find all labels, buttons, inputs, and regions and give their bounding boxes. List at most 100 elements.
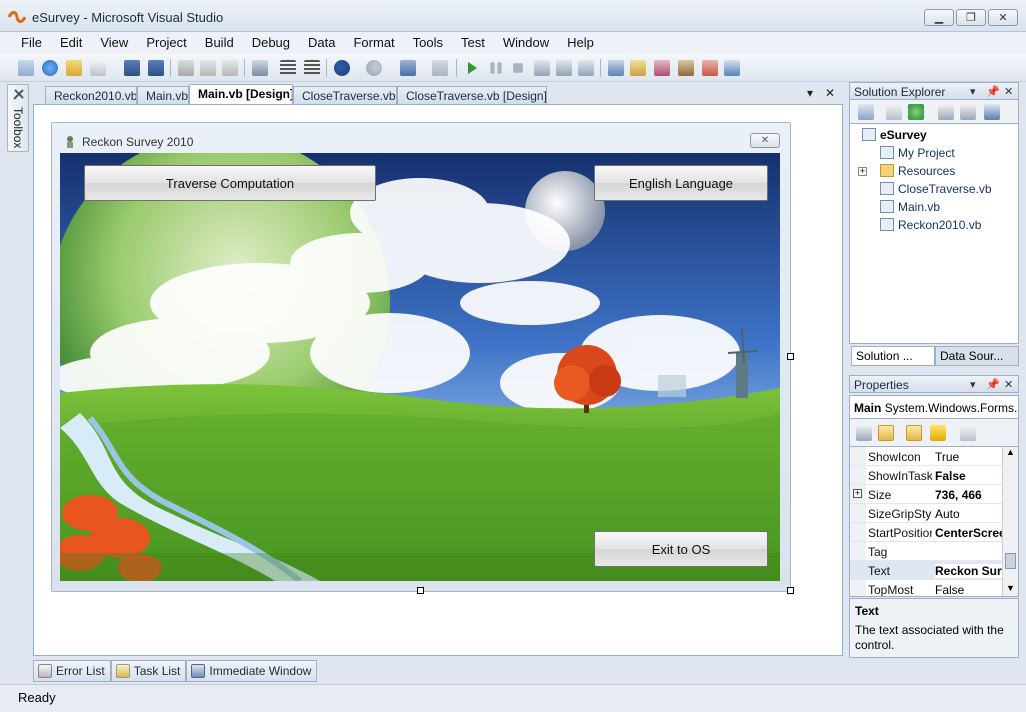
resize-handle-corner[interactable] (787, 587, 794, 594)
step-out-icon[interactable] (578, 60, 594, 76)
close-icon[interactable]: ✕ (1004, 378, 1013, 391)
events-icon[interactable] (930, 425, 946, 441)
redo-icon[interactable] (366, 60, 382, 76)
add-new-item-icon[interactable] (90, 60, 106, 76)
cut-icon[interactable] (178, 60, 194, 76)
menu-view[interactable]: View (91, 32, 137, 54)
menu-format[interactable]: Format (344, 32, 403, 54)
property-row-selected[interactable]: Text Reckon Survey 2010 (850, 561, 1003, 580)
tab-reckon2010-vb[interactable]: Reckon2010.vb (45, 86, 137, 104)
form-close-button[interactable]: ✕ (750, 133, 780, 148)
pin-icon[interactable]: 📌 (986, 85, 1000, 98)
object-selector[interactable]: Main System.Windows.Forms.Form (849, 395, 1019, 419)
menu-project[interactable]: Project (137, 32, 195, 54)
toolbox-icon[interactable] (678, 60, 694, 76)
scroll-thumb[interactable] (1005, 553, 1016, 569)
step-into-icon[interactable] (534, 60, 550, 76)
view-designer-icon[interactable] (960, 104, 976, 120)
menu-edit[interactable]: Edit (51, 32, 91, 54)
tree-item-main[interactable]: Main.vb (880, 198, 940, 215)
english-language-button[interactable]: English Language (594, 165, 768, 201)
tab-closetraverse-vb[interactable]: CloseTraverse.vb (293, 86, 397, 104)
exit-to-os-button[interactable]: Exit to OS (594, 531, 768, 567)
tab-dropdown-icon[interactable]: ▾ (807, 86, 813, 100)
resize-handle-bottom[interactable] (417, 587, 424, 594)
properties-icon[interactable] (858, 104, 874, 120)
menu-help[interactable]: Help (558, 32, 603, 54)
class-diagram-icon[interactable] (984, 104, 1000, 120)
minimize-button[interactable]: ▁ (924, 9, 954, 26)
new-project-icon[interactable] (18, 60, 34, 76)
tab-solution-explorer[interactable]: Solution ... (851, 346, 935, 366)
tab-task-list[interactable]: Task List (110, 660, 187, 682)
pin-icon[interactable]: 📌 (986, 378, 1000, 391)
close-document-icon[interactable]: ✕ (825, 86, 835, 100)
stop-icon[interactable] (513, 63, 523, 73)
dropdown-icon[interactable]: ▾ (970, 378, 976, 391)
menu-build[interactable]: Build (196, 32, 243, 54)
properties-view-icon[interactable] (906, 425, 922, 441)
tab-main-vb[interactable]: Main.vb (137, 86, 189, 104)
tab-main-vb-design[interactable]: Main.vb [Design] (189, 84, 293, 104)
uncomment-icon[interactable] (304, 60, 320, 76)
view-code-icon[interactable] (938, 104, 954, 120)
open-icon[interactable] (66, 60, 82, 76)
alphabetical-icon[interactable] (878, 425, 894, 441)
menu-test[interactable]: Test (452, 32, 494, 54)
copy-icon[interactable] (200, 60, 216, 76)
tab-closetraverse-vb-design[interactable]: CloseTraverse.vb [Design] (397, 86, 547, 104)
navigate-forward-icon[interactable] (432, 60, 448, 76)
error-list-icon[interactable] (702, 60, 718, 76)
expand-icon[interactable]: + (858, 167, 867, 176)
tree-item-esurvey[interactable]: eSurvey (862, 126, 927, 143)
properties-icon[interactable] (630, 60, 646, 76)
property-row[interactable]: SizeGripStyle Auto (850, 504, 1003, 523)
tab-data-sources[interactable]: Data Sour... (935, 346, 1019, 366)
add-item-icon[interactable] (42, 60, 58, 76)
close-icon[interactable]: ✕ (1004, 85, 1013, 98)
show-all-files-icon[interactable] (886, 104, 902, 120)
scroll-up-icon[interactable]: ▲ (1006, 447, 1015, 457)
property-row[interactable]: ShowIcon True (850, 447, 1003, 466)
property-row[interactable]: TopMost False (850, 580, 1003, 596)
dropdown-icon[interactable]: ▾ (970, 85, 976, 98)
tree-item-closetraverse[interactable]: CloseTraverse.vb (880, 180, 992, 197)
comment-icon[interactable] (280, 60, 296, 76)
tab-error-list[interactable]: Error List (33, 660, 111, 682)
menu-debug[interactable]: Debug (243, 32, 299, 54)
start-icon[interactable] (464, 60, 480, 76)
categorized-icon[interactable] (856, 425, 872, 441)
property-row[interactable]: StartPosition CenterScreen (850, 523, 1003, 542)
refresh-icon[interactable] (908, 104, 924, 120)
expand-icon[interactable]: + (853, 489, 862, 498)
form-main[interactable]: Reckon Survey 2010 ✕ Traverse Computatio… (51, 122, 791, 592)
save-all-icon[interactable] (148, 60, 164, 76)
menu-tools[interactable]: Tools (404, 32, 452, 54)
menu-file[interactable]: File (12, 32, 51, 54)
property-row[interactable]: Tag (850, 542, 1003, 561)
maximize-button[interactable]: ❐ (956, 9, 986, 26)
scroll-down-icon[interactable]: ▼ (1006, 583, 1015, 593)
tree-item-reckon2010[interactable]: Reckon2010.vb (880, 216, 981, 233)
options-icon[interactable] (724, 60, 740, 76)
object-browser-icon[interactable] (654, 60, 670, 76)
property-row[interactable]: + Size 736, 466 (850, 485, 1003, 504)
step-over-icon[interactable] (556, 60, 572, 76)
tree-item-my-project[interactable]: My Project (880, 144, 955, 161)
navigate-icon[interactable] (400, 60, 416, 76)
resize-handle-right[interactable] (787, 353, 794, 360)
tree-item-resources[interactable]: Resources (880, 162, 955, 179)
menu-window[interactable]: Window (494, 32, 558, 54)
undo-icon[interactable] (334, 60, 350, 76)
traverse-computation-button[interactable]: Traverse Computation (84, 165, 376, 201)
property-pages-icon[interactable] (960, 425, 976, 441)
close-button[interactable]: ✕ (988, 9, 1018, 26)
find-in-files-icon[interactable] (608, 60, 624, 76)
tab-immediate-window[interactable]: Immediate Window (186, 660, 318, 682)
save-icon[interactable] (124, 60, 140, 76)
paste-icon[interactable] (222, 60, 238, 76)
toolbox-tab[interactable]: Toolbox (7, 84, 29, 152)
find-icon[interactable] (252, 60, 268, 76)
property-row[interactable]: ShowInTaskbar False (850, 466, 1003, 485)
property-grid-scrollbar[interactable]: ▲ ▼ (1002, 447, 1018, 596)
